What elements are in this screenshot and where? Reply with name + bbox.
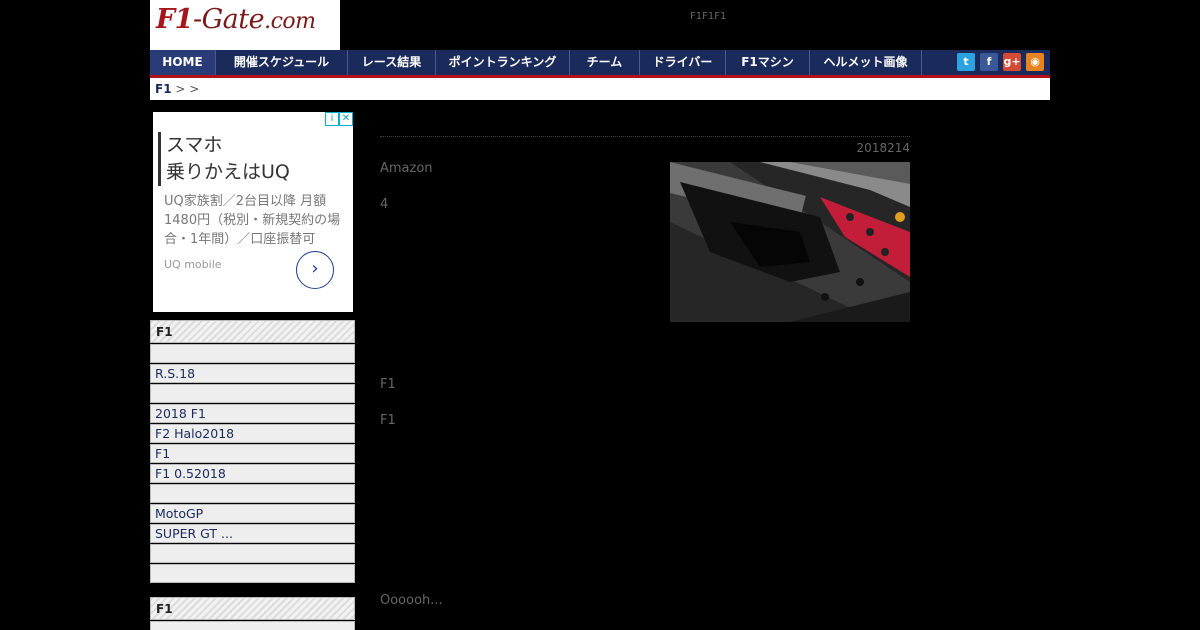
sidebar-link[interactable]: R.S.18 [150, 364, 355, 383]
nav-item[interactable]: ポイントランキング [436, 50, 570, 75]
sidebar-link[interactable]: F1 0.52018 [150, 464, 355, 483]
facebook-icon[interactable]: f [980, 53, 998, 71]
article-date: 2018214 [856, 141, 910, 155]
twitter-icon[interactable]: t [957, 53, 975, 71]
article-text: 4 [380, 197, 389, 212]
sidebar-link[interactable] [150, 484, 355, 503]
rss-icon[interactable]: ◉ [1026, 53, 1044, 71]
sidebar-link[interactable]: SUPER GT ... [150, 524, 355, 543]
breadcrumb-home[interactable]: F1 [155, 82, 172, 96]
sidebar-link[interactable]: F1 [150, 444, 355, 463]
main-nav: t f g+ ◉ HOME 開催スケジュール レース結果 ポイントランキング チーム ドラ… [150, 50, 1050, 78]
nav-item[interactable]: HOME [150, 50, 216, 75]
article-text: Amazon [380, 161, 433, 176]
site-logo[interactable]: F1-Gate.com [150, 0, 340, 50]
sidebar-link[interactable] [150, 344, 355, 363]
article-photo [670, 162, 910, 322]
ad-brand: UQ mobile [164, 258, 222, 271]
sidebar-link[interactable]: MotoGP [150, 504, 355, 523]
article-text: F1 [380, 377, 396, 392]
nav-item[interactable]: 開催スケジュール [216, 50, 348, 75]
sidebar-link[interactable]: F2 Halo2018 [150, 424, 355, 443]
sidebar-link[interactable] [150, 564, 355, 583]
nav-item[interactable]: ドライバー [640, 50, 726, 75]
breadcrumb-separator: > > [171, 82, 200, 96]
sidebar-link[interactable] [150, 544, 355, 563]
nav-item[interactable]: チーム [570, 50, 640, 75]
ad-title: スマホ 乗りかえはUQ [158, 132, 290, 186]
google-plus-icon[interactable]: g+ [1003, 53, 1021, 71]
divider [380, 136, 910, 137]
article: 2018214 Amazon 4 F1 F1 Oooooh... [380, 136, 910, 608]
ad-body: UQ家族割／2台目以降 月額1480円（税別・新規契約の場合・1年間）／口座振替… [164, 194, 341, 247]
site-tagline: F1F1F1 [690, 11, 727, 22]
sidebar-link[interactable] [150, 384, 355, 403]
nav-item[interactable]: F1マシン [726, 50, 810, 75]
sidebar-heading: F1 [150, 320, 355, 343]
sidebar-list-1: F1 R.S.18 2018 F1 F2 Halo2018 F1 F1 0.52018 M… [150, 320, 355, 583]
sidebar-list-2: F1 [150, 597, 355, 630]
sidebar-heading: F1 [150, 597, 355, 620]
ad-arrow-icon[interactable]: › [296, 251, 334, 289]
article-text: F1 [380, 413, 396, 428]
article-text: Oooooh... [380, 593, 443, 608]
sidebar-link[interactable]: 2018 F1 [150, 404, 355, 423]
ad-close-icon[interactable]: ✕ [339, 112, 353, 126]
logo-text: F1-Gate.com [156, 4, 316, 35]
sidebar-link[interactable] [150, 621, 355, 630]
breadcrumb: F1 > > [150, 78, 1050, 100]
nav-item[interactable]: ヘルメット画像 [810, 50, 922, 75]
nav-item[interactable]: レース結果 [348, 50, 436, 75]
ad-info-icon[interactable]: i [325, 112, 339, 126]
ad-banner[interactable]: i ✕ スマホ 乗りかえはUQ UQ家族割／2台目以降 月額1480円（税別・新… [153, 112, 353, 312]
